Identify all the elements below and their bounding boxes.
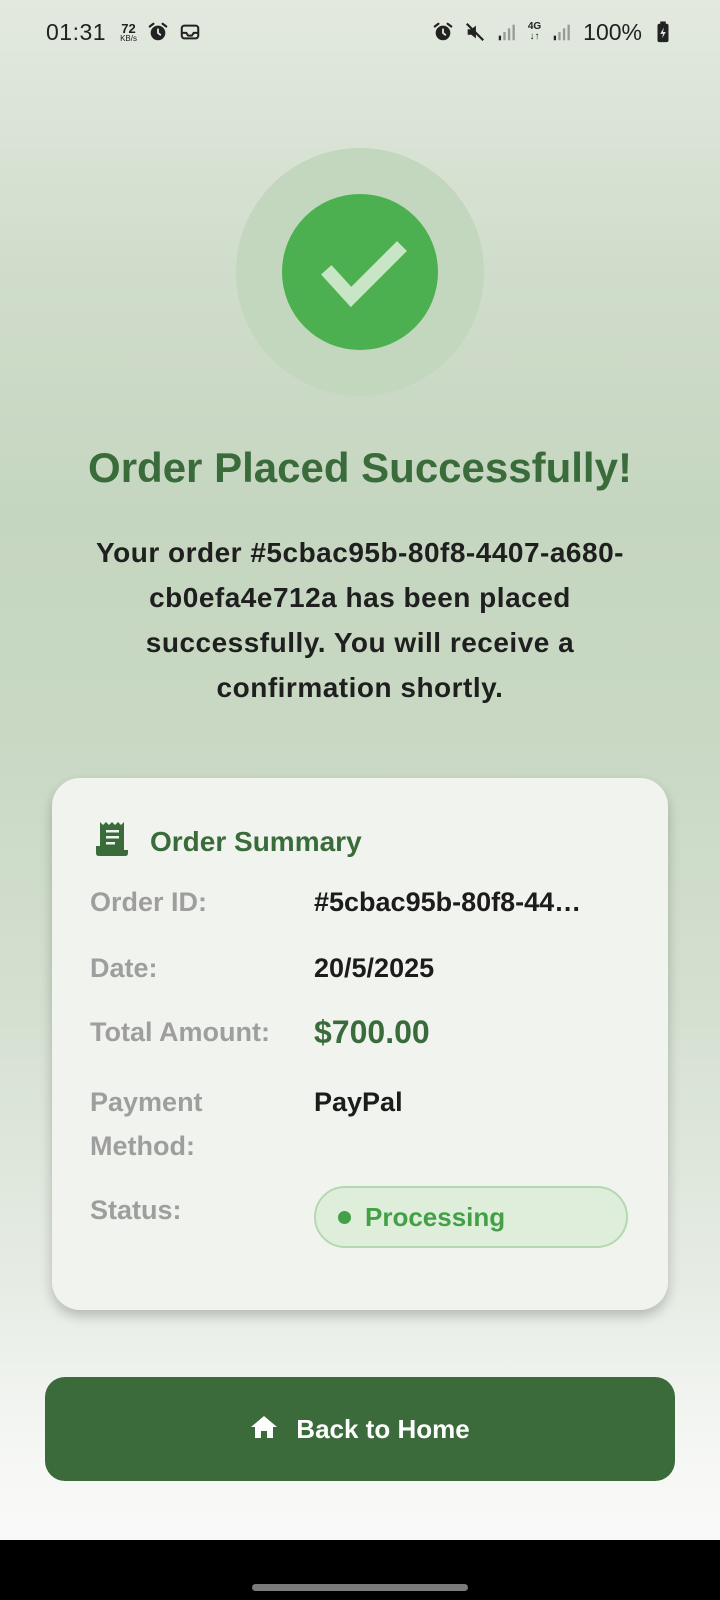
home-icon: [250, 1414, 278, 1445]
success-icon-halo: [236, 148, 484, 396]
data-arrows-icon: ↓↑: [529, 31, 540, 42]
payment-method-label-line2: Method:: [90, 1131, 195, 1161]
payment-method-label-line1: Payment: [90, 1087, 203, 1117]
battery-charging-icon: [652, 21, 674, 43]
order-id-label: Order ID:: [90, 887, 208, 917]
signal-icon: [496, 21, 518, 43]
system-nav-bar: [0, 1540, 720, 1600]
status-bar-right: 4G ↓↑ 100%: [432, 19, 674, 46]
payment-method-row: Payment Method: PayPal: [90, 1080, 630, 1168]
order-id-row: Order ID: #5cbac95b-80f8-44…: [90, 880, 630, 924]
date-value: 20/5/2025: [314, 953, 435, 983]
home-gesture-handle[interactable]: [252, 1584, 468, 1591]
status-bar: 01:31 72 KB/s 4G ↓↑ 100%: [0, 0, 720, 64]
total-amount-value: $700.00: [314, 1014, 430, 1050]
checkmark-icon: [282, 194, 438, 350]
mute-icon: [464, 21, 486, 43]
order-id-value: #5cbac95b-80f8-44…: [314, 887, 582, 917]
date-label: Date:: [90, 953, 158, 983]
payment-method-value: PayPal: [314, 1087, 403, 1117]
status-row: Status: Processing: [90, 1186, 630, 1248]
signal-icon: [551, 21, 573, 43]
network-speed-unit: KB/s: [120, 33, 137, 43]
date-row: Date: 20/5/2025: [90, 946, 630, 990]
status-dot-icon: [338, 1210, 351, 1224]
network-speed: 72 KB/s: [120, 22, 137, 43]
order-summary-title: Order Summary: [150, 825, 362, 857]
status-badge: Processing: [314, 1186, 628, 1248]
status-bar-left: 01:31 72 KB/s: [46, 19, 201, 46]
receipt-icon: [94, 820, 130, 863]
back-to-home-button[interactable]: Back to Home: [45, 1377, 675, 1481]
clock: 01:31: [46, 18, 107, 45]
order-summary-card: Order Summary Order ID: #5cbac95b-80f8-4…: [52, 778, 668, 1310]
battery-percent: 100%: [583, 18, 642, 45]
payment-method-label: Payment Method:: [90, 1080, 314, 1168]
confirmation-message: Your order #5cbac95b-80f8-4407-a680-cb0e…: [96, 537, 624, 703]
network-type: 4G ↓↑: [528, 22, 541, 42]
mail-icon: [179, 21, 201, 43]
back-to-home-label: Back to Home: [296, 1413, 470, 1444]
total-amount-row: Total Amount: $700.00: [90, 1010, 630, 1054]
alarm-icon: [432, 21, 454, 43]
page-title: Order Placed Successfully!: [88, 444, 632, 491]
alarm-icon: [147, 21, 169, 43]
order-summary-header: Order Summary: [94, 820, 362, 863]
total-amount-label: Total Amount:: [90, 1017, 270, 1047]
status-badge-label: Processing: [365, 1201, 506, 1232]
status-label: Status:: [90, 1195, 182, 1225]
network-speed-value: 72: [121, 20, 136, 36]
